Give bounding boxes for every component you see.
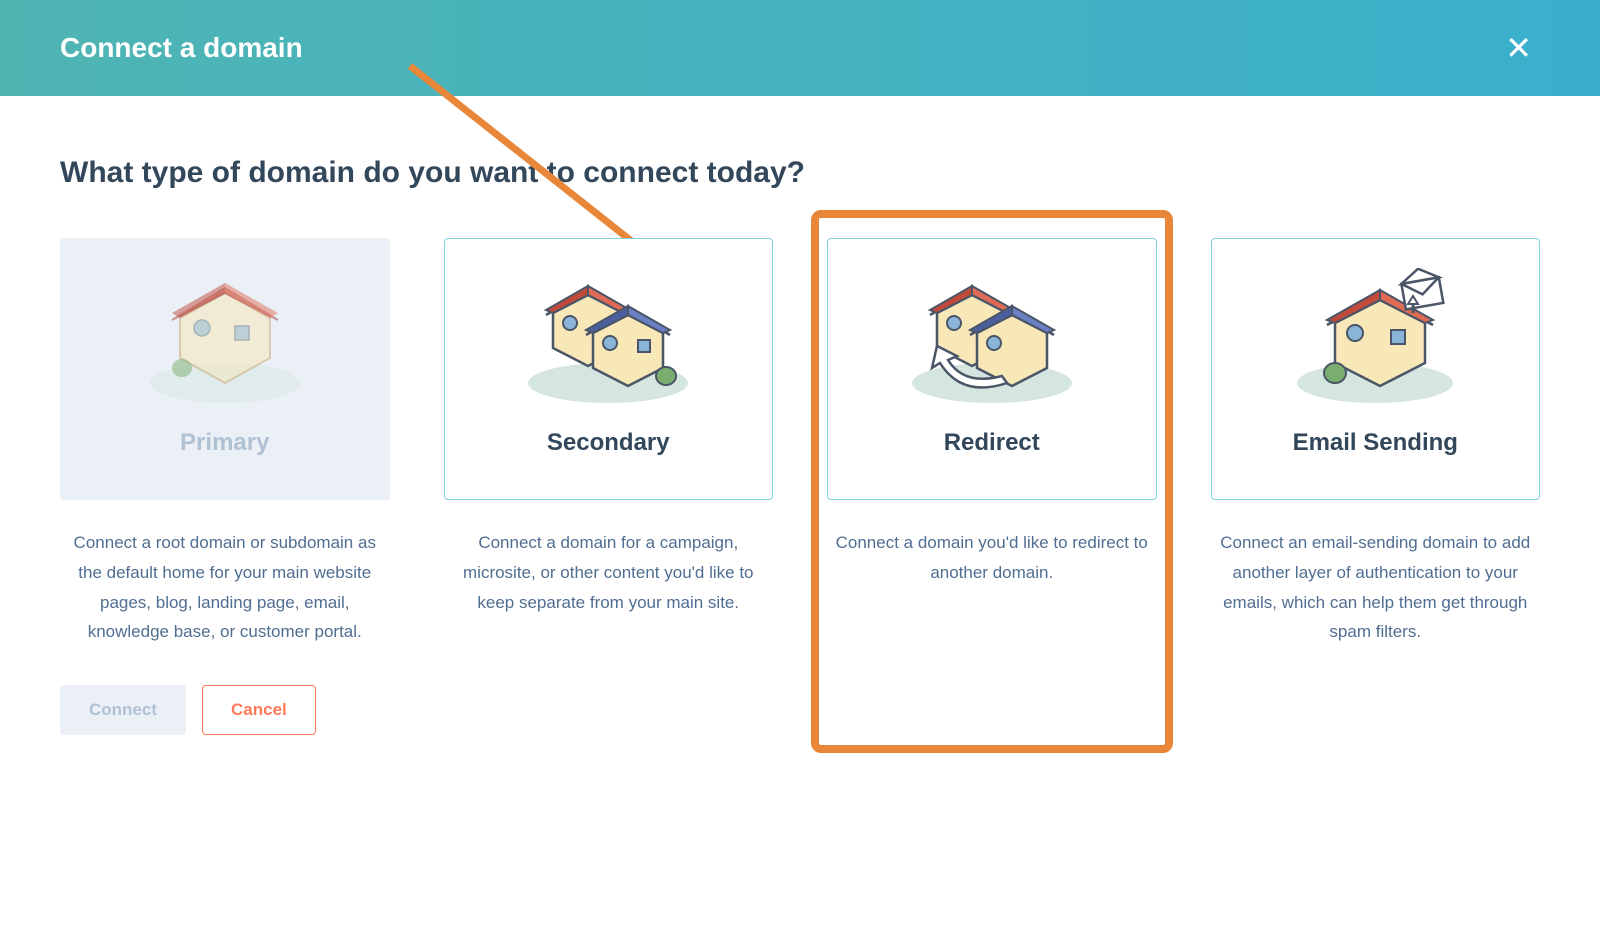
- card-email-description: Connect an email-sending domain to add a…: [1211, 528, 1541, 647]
- card-redirect-description: Connect a domain you'd like to redirect …: [827, 528, 1157, 588]
- close-icon: ✕: [1505, 30, 1532, 66]
- card-redirect[interactable]: Redirect: [827, 238, 1157, 500]
- card-email-title: Email Sending: [1293, 429, 1458, 457]
- modal-header: Connect a domain ✕: [0, 0, 1600, 96]
- question-heading: What type of domain do you want to conne…: [60, 156, 1540, 190]
- close-button[interactable]: ✕: [1497, 21, 1540, 75]
- card-wrap-primary: Primary Connect a root domain or subdoma…: [60, 238, 390, 647]
- card-redirect-title: Redirect: [944, 429, 1040, 457]
- email-house-envelope-icon: [1285, 263, 1465, 413]
- connect-button[interactable]: Connect: [60, 685, 186, 735]
- redirect-houses-arrow-icon: [902, 263, 1082, 413]
- card-secondary[interactable]: Secondary: [444, 238, 774, 500]
- modal-title: Connect a domain: [60, 32, 303, 64]
- secondary-houses-icon: [518, 263, 698, 413]
- modal-content: What type of domain do you want to conne…: [0, 96, 1600, 795]
- card-email-sending[interactable]: Email Sending: [1211, 238, 1541, 500]
- domain-type-cards: Primary Connect a root domain or subdoma…: [60, 238, 1540, 647]
- card-primary: Primary: [60, 238, 390, 500]
- action-buttons: Connect Cancel: [60, 685, 1540, 735]
- card-wrap-redirect: Redirect Connect a domain you'd like to …: [827, 238, 1157, 647]
- cancel-button[interactable]: Cancel: [202, 685, 316, 735]
- primary-house-icon: [135, 263, 315, 413]
- card-wrap-secondary: Secondary Connect a domain for a campaig…: [444, 238, 774, 647]
- card-secondary-description: Connect a domain for a campaign, microsi…: [444, 528, 774, 617]
- card-primary-title: Primary: [180, 429, 269, 457]
- card-secondary-title: Secondary: [547, 429, 670, 457]
- card-primary-description: Connect a root domain or subdomain as th…: [60, 528, 390, 647]
- card-wrap-email: Email Sending Connect an email-sending d…: [1211, 238, 1541, 647]
